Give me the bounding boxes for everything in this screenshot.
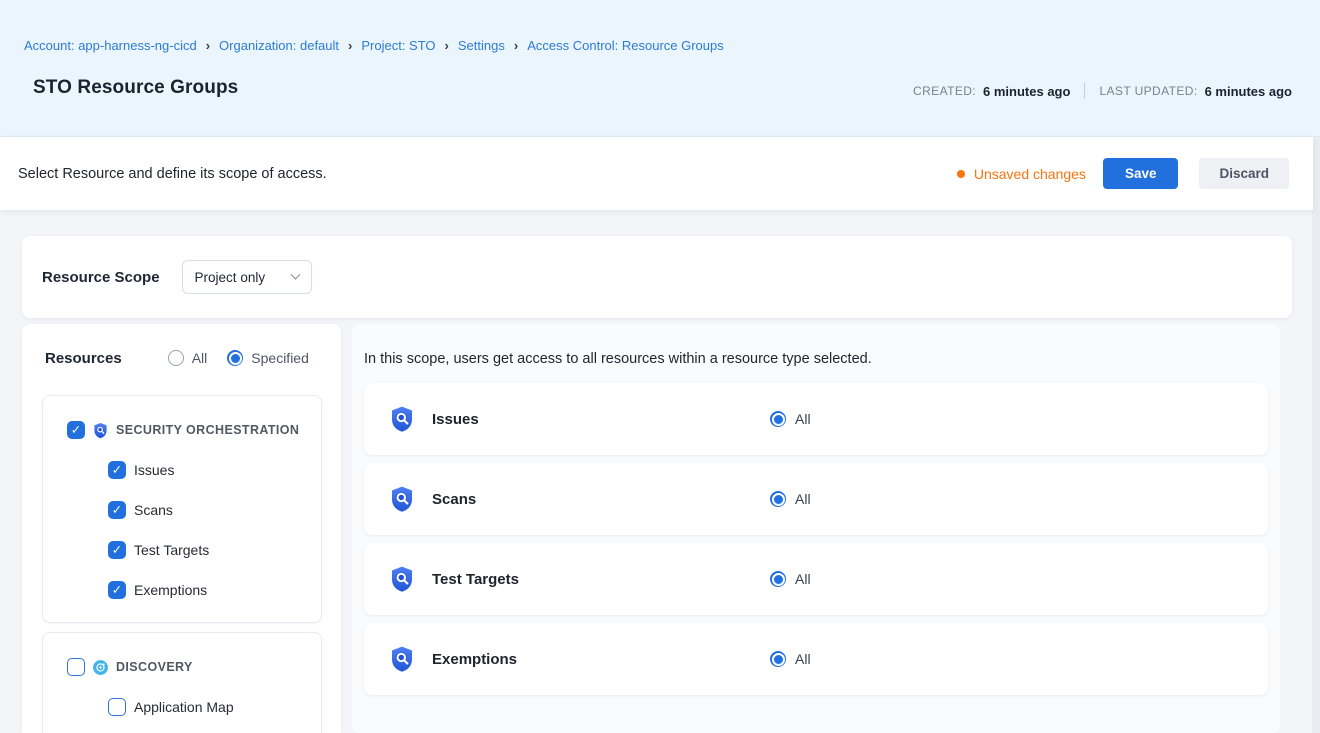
breadcrumb-item[interactable]: Account: app-harness-ng-cicd [24,38,197,53]
access-radio-all[interactable]: All [770,623,811,695]
group-label: DISCOVERY [116,660,193,674]
resource-tree-item: Exemptions [108,570,321,610]
chevron-right-icon: › [206,38,210,53]
resource-card-list: Issues All Scans All Test Targets All Ex… [364,383,1280,695]
radio-checked-icon [227,350,243,366]
radio-all-label: All [192,350,208,366]
group-label: SECURITY ORCHESTRATION [116,423,299,437]
resources-title: Resources [45,350,122,367]
breadcrumb-item[interactable]: Settings [458,38,505,53]
resource-type-label: Scans [432,491,476,508]
item-label: Application Map [134,699,234,715]
meta-divider [1084,83,1085,99]
scope-description: In this scope, users get access to all r… [364,351,1280,367]
resource-scope-value: Project only [195,270,266,285]
last-updated-value: 6 minutes ago [1205,84,1292,99]
item-checkbox[interactable] [108,501,126,519]
radio-checked-icon [770,651,786,667]
resource-type-label: Test Targets [432,571,519,588]
access-radio-all[interactable]: All [770,383,811,455]
group-checkbox[interactable] [67,658,85,676]
item-label: Issues [134,462,174,478]
group-items: Application Map [43,687,321,727]
last-updated-label: LAST UPDATED: [1099,84,1197,98]
radio-checked-icon [770,571,786,587]
resource-type-card: Issues All [364,383,1268,455]
meta-info: CREATED: 6 minutes ago LAST UPDATED: 6 m… [913,83,1292,99]
item-label: Exemptions [134,582,207,598]
access-label: All [795,411,811,427]
chevron-right-icon: › [514,38,518,53]
group-items: Issues Scans Test Targets Exemptions [43,450,321,610]
resource-tree-item: Test Targets [108,530,321,570]
resource-tree: SECURITY ORCHESTRATION Issues Scans Test… [42,395,322,733]
item-label: Test Targets [134,542,209,558]
resource-access-region: In this scope, users get access to all r… [352,324,1280,733]
toolbar-actions: Unsaved changes Save Discard [957,158,1289,189]
resource-type-card: Scans All [364,463,1268,535]
resource-tree-item: Application Map [108,687,321,727]
resource-group-card: SECURITY ORCHESTRATION Issues Scans Test… [42,395,322,623]
toolbar: Select Resource and define its scope of … [0,137,1313,210]
radio-checked-icon [770,411,786,427]
access-label: All [795,491,811,507]
breadcrumb-item[interactable]: Organization: default [219,38,339,53]
created-label: CREATED: [913,84,976,98]
sto-shield-icon [92,422,109,439]
resource-type-card: Test Targets All [364,543,1268,615]
access-radio-all[interactable]: All [770,463,811,535]
unsaved-changes-label: Unsaved changes [974,166,1086,182]
resource-tree-item: Scans [108,490,321,530]
access-radio-all[interactable]: All [770,543,811,615]
resource-group-row: SECURITY ORCHESTRATION [67,421,321,439]
discovery-icon [92,659,109,676]
resources-radio-specified[interactable]: Specified [227,350,309,366]
item-checkbox[interactable] [108,461,126,479]
resources-panel: Resources All Specified SECURITY ORCHEST… [22,324,341,733]
unsaved-changes-indicator: Unsaved changes [957,166,1086,182]
chevron-down-icon [290,269,300,279]
item-checkbox[interactable] [108,541,126,559]
sto-shield-icon [388,565,416,593]
chevron-right-icon: › [348,38,352,53]
radio-unchecked-icon [168,350,184,366]
resource-tree-item: Issues [108,450,321,490]
page-header: Account: app-harness-ng-cicd › Organizatio… [0,0,1320,137]
resource-group-card: DISCOVERY Application Map [42,632,322,733]
item-label: Scans [134,502,173,518]
sto-shield-icon [388,645,416,673]
resource-scope-dropdown[interactable]: Project only [182,260,312,294]
resource-group-row: DISCOVERY [67,658,321,676]
radio-checked-icon [770,491,786,507]
breadcrumb-item[interactable]: Access Control: Resource Groups [527,38,724,53]
resources-radio-all[interactable]: All [168,350,208,366]
item-checkbox[interactable] [108,698,126,716]
access-label: All [795,651,811,667]
scrollbar-track[interactable] [1312,137,1320,733]
item-checkbox[interactable] [108,581,126,599]
sto-shield-icon [388,405,416,433]
radio-specified-label: Specified [251,350,309,366]
breadcrumb: Account: app-harness-ng-cicd › Organizatio… [24,38,724,53]
save-button[interactable]: Save [1103,158,1179,189]
resource-type-label: Exemptions [432,651,517,668]
resource-scope-label: Resource Scope [42,269,160,286]
page-title: STO Resource Groups [33,77,238,99]
group-checkbox[interactable] [67,421,85,439]
unsaved-dot-icon [957,170,965,178]
discard-button[interactable]: Discard [1199,158,1289,189]
resource-scope-card: Resource Scope Project only [22,236,1292,318]
breadcrumb-item[interactable]: Project: STO [361,38,435,53]
created-value: 6 minutes ago [983,84,1070,99]
access-label: All [795,571,811,587]
toolbar-description: Select Resource and define its scope of … [18,166,327,182]
resources-header: Resources All Specified [45,348,322,368]
chevron-right-icon: › [445,38,449,53]
resource-type-label: Issues [432,411,479,428]
resource-type-card: Exemptions All [364,623,1268,695]
sto-shield-icon [388,485,416,513]
